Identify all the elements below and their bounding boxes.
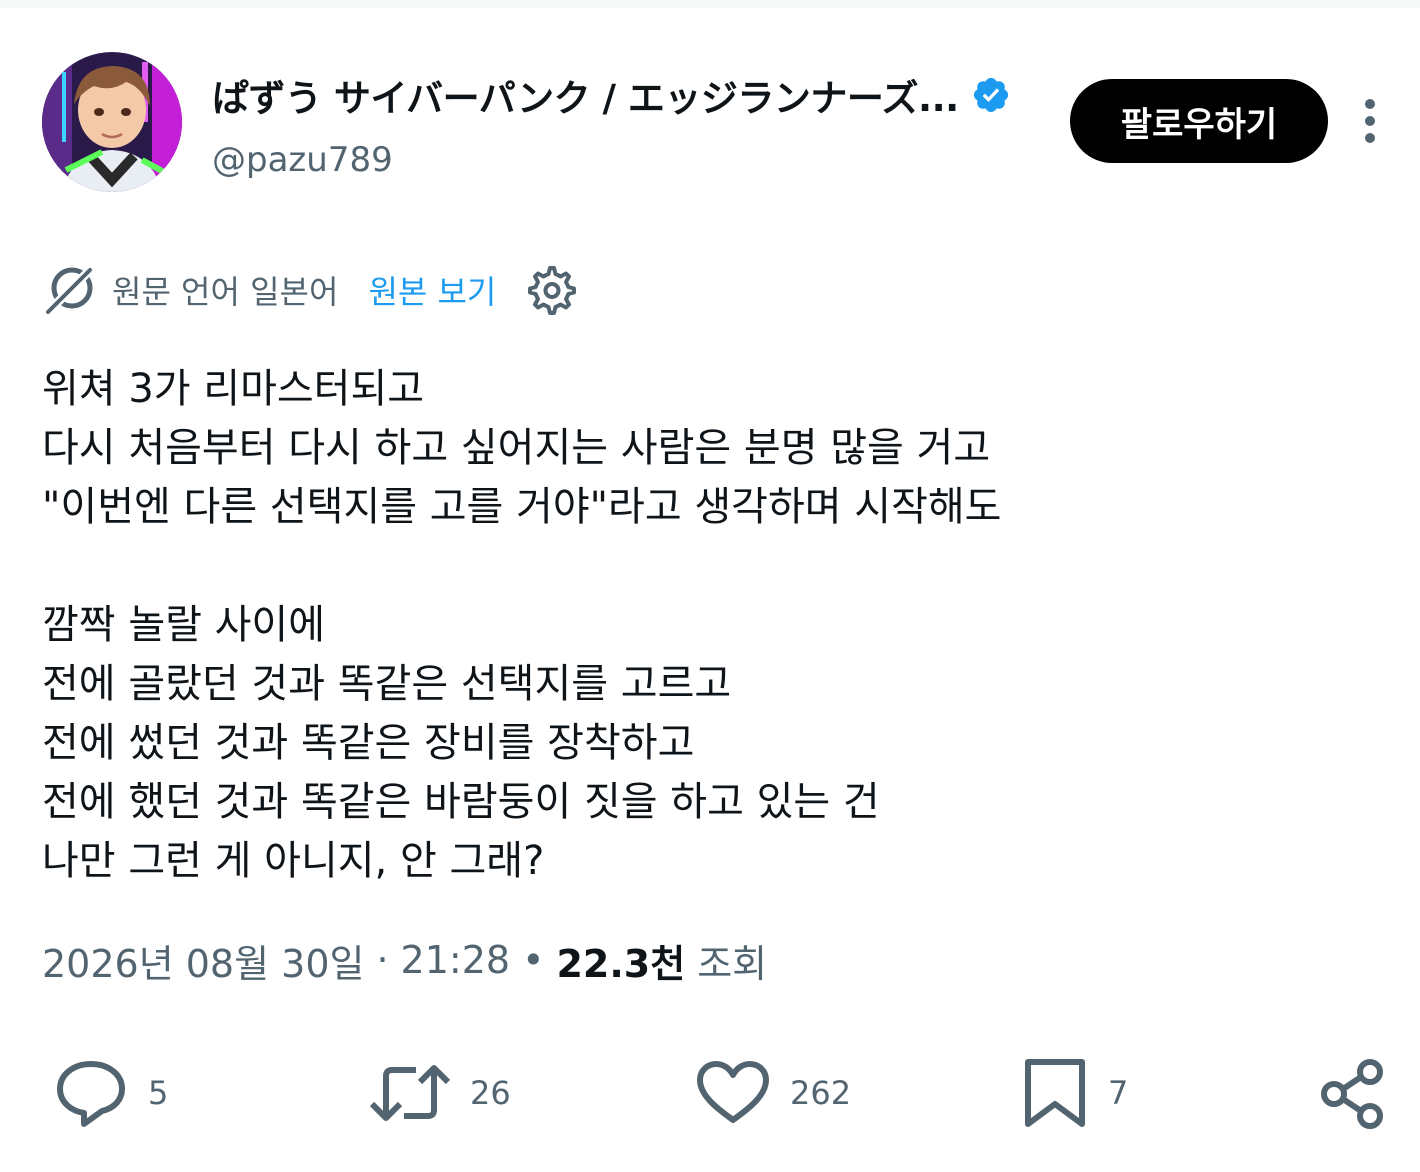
top-divider <box>0 0 1420 8</box>
tweet-text-line: 전에 골랐던 것과 똑같은 선택지를 고르고 <box>42 661 732 707</box>
bookmark-count: 7 <box>1108 1074 1129 1112</box>
verified-badge-icon <box>973 77 1008 113</box>
tweet-text-line: 깜짝 놀랄 사이에 <box>42 602 326 648</box>
tweet-text-line: 나만 그런 게 아니지, 안 그래? <box>42 838 545 884</box>
more-vertical-icon <box>1365 99 1375 143</box>
meta-separator: · <box>376 938 389 982</box>
tweet-text-line: 위쳐 3가 리마스터되고 <box>42 366 425 412</box>
tweet-text-line: 전에 썼던 것과 똑같은 장비를 장착하고 <box>42 720 695 766</box>
author-display-name[interactable]: ぱずう サイバーパンク / エッジランナーズ... <box>212 68 959 122</box>
meta-separator: • <box>522 938 545 982</box>
bookmark-icon <box>1025 1059 1085 1127</box>
like-button[interactable]: 262 <box>694 1050 851 1136</box>
retweet-count: 26 <box>470 1074 511 1112</box>
follow-button[interactable]: 팔로우하기 <box>1070 79 1328 163</box>
views-label: 조회 <box>697 941 768 986</box>
show-original-link[interactable]: 원본 보기 <box>368 267 496 313</box>
tweet-text-line: 전에 했던 것과 똑같은 바람둥이 짓을 하고 있는 건 <box>42 779 880 825</box>
translate-globe-icon <box>42 264 96 318</box>
tweet-text-blank-line <box>42 537 1002 596</box>
share-button[interactable] <box>1314 1050 1392 1136</box>
more-options-button[interactable] <box>1352 96 1388 146</box>
retweet-button[interactable]: 26 <box>368 1050 511 1136</box>
action-bar: 5 26 262 7 <box>0 1050 1420 1136</box>
tweet-meta: 2026년 08월 30일 · 21:28 • 22.3천 조회 <box>42 932 767 988</box>
share-icon <box>1321 1059 1383 1129</box>
bookmark-button[interactable]: 7 <box>1020 1050 1128 1136</box>
tweet-date[interactable]: 2026년 08월 30일 <box>42 933 364 988</box>
author-name-row: ぱずう サイバーパンク / エッジランナーズ... <box>212 70 1011 120</box>
author-avatar[interactable] <box>42 52 182 192</box>
reply-count: 5 <box>148 1074 169 1112</box>
reply-button[interactable]: 5 <box>52 1050 168 1136</box>
gear-icon[interactable] <box>526 264 578 316</box>
retweet-icon <box>369 1065 451 1121</box>
views-count: 22.3천 <box>556 941 686 986</box>
tweet-text: 위쳐 3가 리마스터되고 다시 처음부터 다시 하고 싶어지는 사람은 분명 많… <box>42 360 1002 891</box>
tweet-time[interactable]: 21:28 <box>401 938 511 982</box>
tweet-text-line: 다시 처음부터 다시 하고 싶어지는 사람은 분명 많을 거고 <box>42 425 991 471</box>
author-handle[interactable]: @pazu789 <box>212 140 393 180</box>
heart-icon <box>697 1061 769 1123</box>
reply-icon <box>57 1061 125 1127</box>
like-count: 262 <box>790 1074 852 1112</box>
translation-row: 원문 언어 일본어 원본 보기 <box>42 262 578 318</box>
tweet-text-line: "이번엔 다른 선택지를 고를 거야"라고 생각하며 시작해도 <box>42 484 1002 530</box>
translation-label: 원문 언어 일본어 <box>112 273 339 311</box>
tweet-detail: ぱずう サイバーパンク / エッジランナーズ... @pazu789 팔로우하기… <box>0 0 1420 1172</box>
